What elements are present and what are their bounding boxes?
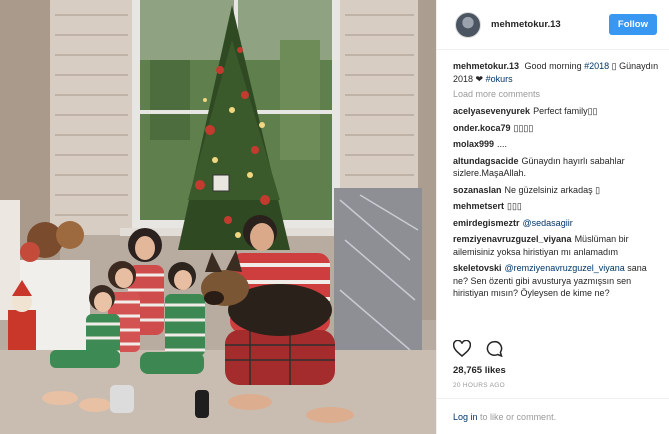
caption-text: Good morning <box>524 61 582 71</box>
comment-bubble-icon[interactable] <box>485 340 503 357</box>
list-item: emirdegismeztr @sedasagiir <box>453 217 663 230</box>
list-item: mehmetsert ▯▯▯ <box>453 200 663 213</box>
comment-username[interactable]: remziyenavruzguzel_viyana <box>453 234 572 244</box>
comment-text: Perfect family▯▯ <box>533 106 598 116</box>
post-timestamp: 20 HOURS AGO <box>453 382 506 389</box>
list-item: skeletovski @remziyenavruzguzel_viyana sa… <box>453 262 663 300</box>
header-username[interactable]: mehmetokur.13 <box>491 19 609 30</box>
list-item: molax999.... <box>453 138 663 151</box>
follow-button[interactable]: Follow <box>608 14 657 35</box>
load-more-comments-link[interactable]: Load more comments <box>453 89 663 99</box>
caption-username[interactable]: mehmetokur.13 <box>453 61 519 71</box>
caption-emoji: ▯ <box>611 61 617 71</box>
comment-username[interactable]: molax999 <box>453 139 494 149</box>
comment-username[interactable]: mehmetsert <box>453 201 504 211</box>
avatar[interactable] <box>455 11 481 38</box>
mention-link[interactable]: @remziyenavruzguzel_viyana <box>505 263 625 273</box>
post-header: mehmetokur.13 Follow <box>437 0 669 50</box>
comment-username[interactable]: sozanaslan <box>453 185 502 195</box>
mention-link[interactable]: @sedasagiir <box>523 218 573 228</box>
list-item: remziyenavruzguzel_viyana Müslüman bir ai… <box>453 233 663 258</box>
comment-username[interactable]: acelyasevenyurek <box>453 106 530 116</box>
comment-username[interactable]: onder.koca79 <box>453 123 511 133</box>
post-photo[interactable] <box>0 0 436 434</box>
post-sidebar: mehmetokur.13 Follow mehmetokur.13 Good … <box>436 0 669 434</box>
login-prompt-text: to like or comment. <box>480 412 557 422</box>
comment-text: ▯▯▯▯ <box>513 122 534 133</box>
login-link[interactable]: Log in <box>453 412 478 422</box>
comment-username[interactable]: altundagsacide <box>453 156 519 166</box>
heart-icon[interactable] <box>453 340 471 357</box>
comment-username[interactable]: emirdegismeztr <box>453 218 520 228</box>
login-footer: Log in to like or comment. <box>437 398 669 434</box>
hashtag-link[interactable]: #2018 <box>584 61 609 71</box>
list-item: sozanaslan Ne güzelsiniz arkadaş ▯ <box>453 184 663 197</box>
comment-username[interactable]: skeletovski <box>453 263 502 273</box>
comments-list: mehmetokur.13 Good morning #2018 ▯ Günay… <box>453 60 663 304</box>
list-item: acelyasevenyurek Perfect family▯▯ <box>453 105 663 118</box>
post-actions <box>453 340 503 357</box>
likes-count[interactable]: 28,765 likes <box>453 365 506 376</box>
caption: mehmetokur.13 Good morning #2018 ▯ Günay… <box>453 60 663 85</box>
list-item: altundagsacide Günaydın hayırlı sabahlar … <box>453 155 663 180</box>
family-christmas-photo <box>0 0 436 434</box>
list-item: onder.koca79 ▯▯▯▯ <box>453 122 663 135</box>
comment-text: ▯▯▯ <box>507 201 522 211</box>
hashtag-link[interactable]: #okurs <box>486 74 513 84</box>
comment-text: .... <box>497 139 508 149</box>
comment-text: Ne güzelsiniz arkadaş ▯ <box>504 184 601 195</box>
